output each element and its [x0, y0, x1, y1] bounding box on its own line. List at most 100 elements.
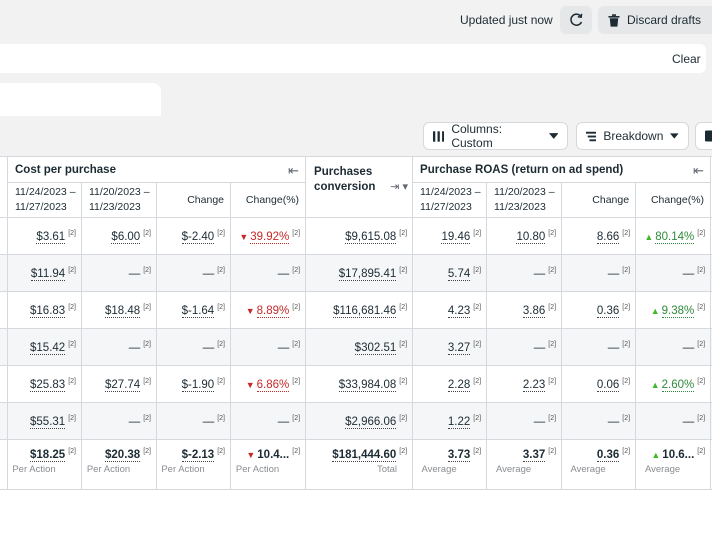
info-marker[interactable]: [2] — [622, 415, 630, 422]
column-header-change[interactable]: Change — [561, 182, 637, 218]
info-marker[interactable]: [2] — [622, 267, 630, 274]
info-marker[interactable]: [2] — [292, 415, 300, 422]
info-marker[interactable]: [2] — [622, 341, 630, 348]
info-marker[interactable]: [2] — [217, 448, 225, 455]
info-marker[interactable]: [2] — [399, 448, 407, 455]
column-header-change-pct[interactable]: Change(%) — [229, 182, 307, 218]
cell-roas-change-pct: ▲ 80.14% [2] — [635, 217, 712, 255]
info-marker[interactable]: [2] — [548, 378, 556, 385]
columns-button[interactable]: Columns: Custom — [423, 122, 568, 150]
info-marker[interactable]: [2] — [143, 230, 151, 237]
cell-cpp-previous: $6.00 [2] — [81, 217, 157, 255]
info-marker[interactable]: [2] — [399, 415, 407, 422]
info-marker[interactable]: [2] — [473, 378, 481, 385]
cell-value: 80.14% — [655, 230, 695, 244]
info-marker[interactable]: [2] — [473, 267, 481, 274]
info-marker[interactable]: [2] — [622, 378, 630, 385]
info-marker[interactable]: [2] — [399, 230, 407, 237]
info-marker[interactable]: [2] — [697, 415, 705, 422]
info-marker[interactable]: [2] — [473, 230, 481, 237]
column-header-purchases-conversion-value[interactable]: Purchases conversion value ⇥ ▾ — [305, 156, 414, 218]
info-marker[interactable]: [2] — [68, 415, 76, 422]
collapse-column-icon[interactable]: ⇤ — [693, 163, 704, 179]
info-marker[interactable]: [2] — [68, 230, 76, 237]
cell-cpp-change: $-2.40 [2] — [156, 217, 231, 255]
info-marker[interactable]: [2] — [217, 378, 225, 385]
cell-value: 1.22 — [447, 415, 471, 429]
info-marker[interactable]: [2] — [143, 448, 151, 455]
refresh-button[interactable] — [560, 6, 592, 34]
info-marker[interactable]: [2] — [548, 341, 556, 348]
info-marker[interactable]: [2] — [68, 448, 76, 455]
column-controls[interactable]: ⇥ ▾ — [390, 180, 408, 195]
info-marker[interactable]: [2] — [697, 267, 705, 274]
group-header-purchase-roas[interactable]: Purchase ROAS (return on ad spend) ⇤ — [412, 156, 712, 183]
info-marker[interactable]: [2] — [548, 267, 556, 274]
total-cpp-current: $18.25 [2] Per Action — [7, 439, 82, 490]
discard-drafts-label: Discard drafts — [627, 13, 702, 27]
info-marker[interactable]: [2] — [399, 378, 407, 385]
info-marker[interactable]: [2] — [697, 230, 705, 237]
group-header-cost-per-purchase[interactable]: Cost per purchase ⇤ — [6, 156, 307, 183]
info-marker[interactable]: [2] — [292, 341, 300, 348]
clear-filter-button[interactable]: Clear — [672, 52, 701, 66]
info-marker[interactable]: [2] — [217, 415, 225, 422]
cell-roas-current: 19.46 [2] — [412, 217, 488, 255]
info-marker[interactable]: [2] — [292, 448, 300, 455]
info-marker[interactable]: [2] — [143, 304, 151, 311]
info-marker[interactable]: [2] — [622, 230, 630, 237]
updated-status: Updated just now — [460, 13, 553, 27]
column-header-date-range-previous[interactable]: 11/20/2023 –11/23/2023 — [81, 182, 157, 218]
info-marker[interactable]: [2] — [217, 341, 225, 348]
caret-down-icon — [670, 133, 679, 139]
cell-roas-current: 1.22 [2] — [412, 402, 488, 440]
column-header-change[interactable]: Change — [156, 182, 231, 218]
info-marker[interactable]: [2] — [697, 448, 705, 455]
info-marker[interactable]: [2] — [143, 341, 151, 348]
column-header-date-range-current[interactable]: 11/24/2023 –11/27/2023 — [7, 182, 82, 218]
info-marker[interactable]: [2] — [143, 378, 151, 385]
discard-drafts-button[interactable]: Discard drafts — [598, 6, 712, 34]
collapse-column-icon[interactable]: ⇤ — [288, 163, 299, 179]
column-header-date-range-current[interactable]: 11/24/2023 –11/27/2023 — [412, 182, 488, 218]
info-marker[interactable]: [2] — [548, 304, 556, 311]
info-marker[interactable]: [2] — [292, 267, 300, 274]
info-marker[interactable]: [2] — [292, 378, 300, 385]
reports-button[interactable] — [695, 122, 712, 150]
info-marker[interactable]: [2] — [548, 415, 556, 422]
info-marker[interactable]: [2] — [548, 448, 556, 455]
info-marker[interactable]: [2] — [292, 304, 300, 311]
info-marker[interactable]: [2] — [68, 267, 76, 274]
info-marker[interactable]: [2] — [399, 341, 407, 348]
info-marker[interactable]: [2] — [68, 304, 76, 311]
cell-roas-current: 5.74 [2] — [412, 254, 488, 292]
info-marker[interactable]: [2] — [399, 267, 407, 274]
info-marker[interactable]: [2] — [697, 304, 705, 311]
info-marker[interactable]: [2] — [622, 448, 630, 455]
info-marker[interactable]: [2] — [68, 378, 76, 385]
info-marker[interactable]: [2] — [143, 415, 151, 422]
info-marker[interactable]: [2] — [697, 341, 705, 348]
info-marker[interactable]: [2] — [68, 341, 76, 348]
breakdown-button[interactable]: Breakdown — [576, 122, 689, 150]
cell-value: 3.27 — [447, 341, 471, 355]
info-marker[interactable]: [2] — [217, 267, 225, 274]
info-marker[interactable]: [2] — [399, 304, 407, 311]
info-marker[interactable]: [2] — [473, 304, 481, 311]
info-marker[interactable]: [2] — [143, 267, 151, 274]
active-tab[interactable] — [0, 83, 161, 116]
column-header-change-pct[interactable]: Change(%) — [635, 182, 712, 218]
info-marker[interactable]: [2] — [548, 230, 556, 237]
total-value: 0.36 — [596, 449, 620, 462]
filter-input[interactable] — [0, 44, 706, 73]
info-marker[interactable]: [2] — [217, 230, 225, 237]
info-marker[interactable]: [2] — [622, 304, 630, 311]
info-marker[interactable]: [2] — [473, 341, 481, 348]
column-header-date-range-previous[interactable]: 11/20/2023 –11/23/2023 — [486, 182, 563, 218]
info-marker[interactable]: [2] — [697, 378, 705, 385]
info-marker[interactable]: [2] — [473, 448, 481, 455]
total-label: Per Action — [235, 464, 280, 475]
info-marker[interactable]: [2] — [292, 230, 300, 237]
info-marker[interactable]: [2] — [473, 415, 481, 422]
info-marker[interactable]: [2] — [217, 304, 225, 311]
